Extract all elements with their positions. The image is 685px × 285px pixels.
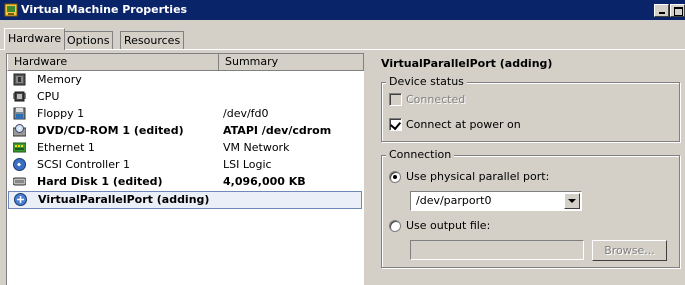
connected-checkbox[interactable]	[389, 93, 402, 106]
hardware-name: SCSI Controller 1	[37, 158, 130, 171]
vm-icon	[4, 3, 18, 17]
parallel-port-icon	[14, 193, 27, 206]
hardware-summary: LSI Logic	[223, 158, 272, 171]
tab-resources[interactable]: Resources	[120, 31, 185, 49]
hardware-name: DVD/CD-ROM 1 (edited)	[37, 124, 184, 137]
hardware-name: Hard Disk 1 (edited)	[37, 175, 163, 188]
hardware-summary: ATAPI /dev/cdrom	[223, 124, 332, 137]
scsi-icon	[13, 158, 26, 171]
maximize-button[interactable]	[670, 4, 685, 17]
hardware-summary: 4,096,000 KB	[223, 175, 306, 188]
hardware-row-floppy[interactable]: Floppy 1 /dev/fd0	[7, 105, 363, 122]
connect-at-power-on-label[interactable]: Connect at power on	[406, 118, 521, 131]
hardware-summary: VM Network	[223, 141, 290, 154]
column-header-hardware[interactable]: Hardware	[7, 54, 219, 71]
hardware-row-cdrom[interactable]: DVD/CD-ROM 1 (edited) ATAPI /dev/cdrom	[7, 122, 363, 139]
chevron-down-icon	[568, 199, 576, 203]
cdrom-icon	[12, 124, 27, 137]
tab-divider	[0, 49, 685, 50]
hardware-name: Floppy 1	[37, 107, 85, 120]
hardware-name: CPU	[37, 90, 60, 103]
hardware-row-parallel-port[interactable]: VirtualParallelPort (adding)	[8, 191, 362, 209]
hardware-summary: /dev/fd0	[223, 107, 269, 120]
tab-hardware[interactable]: Hardware	[4, 28, 66, 50]
minimize-icon	[659, 12, 665, 14]
column-header-summary[interactable]: Summary	[219, 54, 364, 71]
hardware-row-harddisk[interactable]: Hard Disk 1 (edited) 4,096,000 KB	[7, 173, 363, 190]
hardware-name: VirtualParallelPort (adding)	[38, 193, 210, 206]
output-file-label[interactable]: Use output file:	[406, 219, 490, 232]
hardware-row-cpu[interactable]: CPU	[7, 88, 363, 105]
hardware-row-ethernet[interactable]: Ethernet 1 VM Network	[7, 139, 363, 156]
physical-port-label[interactable]: Use physical parallel port:	[406, 170, 549, 183]
hardware-list[interactable]: Hardware Summary Memory CPU Floppy 1 /de…	[6, 53, 364, 285]
connect-at-power-on-checkbox[interactable]	[389, 118, 402, 131]
window-title: Virtual Machine Properties	[21, 3, 188, 16]
device-status-group	[381, 82, 680, 142]
connection-label: Connection	[386, 148, 455, 161]
device-status-label: Device status	[386, 75, 467, 88]
minimize-button[interactable]	[654, 4, 669, 17]
parallel-port-value: /dev/parport0	[416, 194, 492, 207]
memory-icon	[13, 73, 26, 86]
cpu-icon	[13, 90, 26, 103]
maximize-icon	[674, 7, 683, 16]
harddisk-icon	[12, 175, 27, 188]
floppy-icon	[13, 107, 26, 120]
hardware-row-scsi[interactable]: SCSI Controller 1 LSI Logic	[7, 156, 363, 173]
connected-label: Connected	[406, 93, 466, 106]
physical-port-radio[interactable]	[389, 171, 401, 183]
dropdown-button[interactable]	[564, 193, 580, 209]
hardware-row-memory[interactable]: Memory	[7, 71, 363, 88]
browse-button[interactable]: Browse...	[592, 240, 667, 261]
device-title: VirtualParallelPort (adding)	[381, 57, 553, 70]
hardware-name: Memory	[37, 73, 82, 86]
output-file-input[interactable]	[410, 240, 584, 260]
hardware-name: Ethernet 1	[37, 141, 95, 154]
network-icon	[12, 141, 27, 154]
parallel-port-select[interactable]: /dev/parport0	[410, 191, 582, 211]
output-file-radio[interactable]	[389, 220, 401, 232]
tab-options[interactable]: Options	[63, 31, 114, 49]
